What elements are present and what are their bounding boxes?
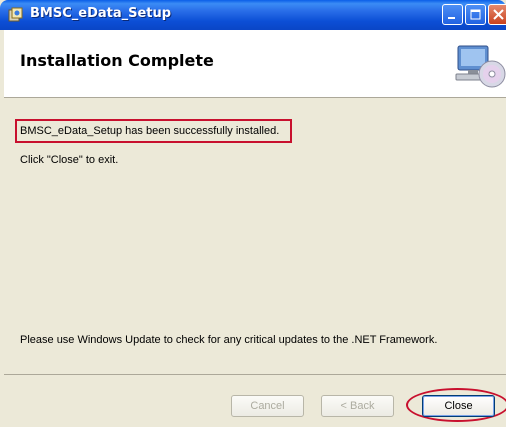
maximize-button[interactable] (465, 4, 486, 25)
close-icon (493, 9, 504, 20)
instruction-text: Click "Close" to exit. (20, 154, 119, 166)
success-message-annotation (15, 119, 292, 143)
window-title: BMSC_eData_Setup (30, 6, 172, 21)
dotnet-update-note: Please use Windows Update to check for a… (20, 334, 438, 346)
maximize-icon (470, 9, 481, 20)
close-button[interactable]: Close (422, 395, 495, 417)
minimize-icon (448, 17, 455, 19)
cancel-button[interactable]: Cancel (231, 395, 304, 417)
close-window-button[interactable] (488, 4, 506, 25)
computer-cd-icon (454, 44, 506, 92)
installer-window: BMSC_eData_Setup Installation Complete B… (0, 0, 506, 427)
wizard-content: BMSC_eData_Setup has been successfully i… (4, 98, 506, 375)
back-button[interactable]: < Back (321, 395, 394, 417)
minimize-button[interactable] (442, 4, 463, 25)
wizard-header: Installation Complete (4, 30, 506, 98)
installer-icon (8, 7, 24, 23)
title-bar[interactable]: BMSC_eData_Setup (0, 0, 506, 30)
page-title: Installation Complete (20, 51, 214, 70)
wizard-footer: Cancel < Back Close (4, 375, 506, 427)
